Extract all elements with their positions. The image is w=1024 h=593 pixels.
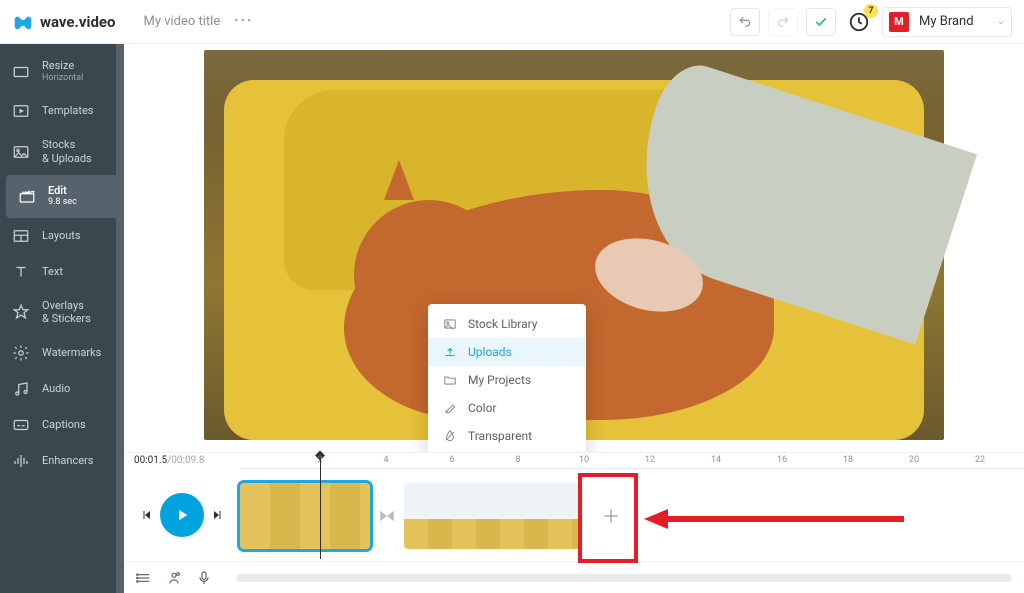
logo-icon xyxy=(12,11,34,33)
chevron-down-icon: ⌄ xyxy=(997,16,1005,27)
microphone-button[interactable] xyxy=(196,570,212,586)
pending-badge: 7 xyxy=(864,4,878,18)
timeline-ruler[interactable]: 2 4 6 8 10 12 14 16 18 20 22 24 26 xyxy=(240,453,1024,469)
sidebar: ResizeHorizontal Templates Stocks & Uplo… xyxy=(0,44,124,593)
video-canvas[interactable]: Stock Library Uploads My Projects Color xyxy=(204,50,944,440)
equalizer-icon xyxy=(10,452,32,470)
logo[interactable]: wave.video xyxy=(12,11,115,33)
skip-back-button[interactable] xyxy=(138,506,156,524)
undo-button[interactable] xyxy=(730,8,760,36)
clip-track[interactable] xyxy=(240,475,1024,555)
playhead-line[interactable] xyxy=(320,459,321,559)
brand-label: My Brand xyxy=(919,14,974,29)
more-menu-button[interactable]: ••• xyxy=(234,14,253,29)
pending-button[interactable]: 7 xyxy=(844,8,874,36)
voiceover-button[interactable] xyxy=(166,570,182,586)
popover-item-color[interactable]: Color xyxy=(428,394,586,422)
redo-button[interactable] xyxy=(768,8,798,36)
timeline: 00:01.5/00:09.8 2 4 6 8 10 12 14 16 18 2… xyxy=(124,452,1024,593)
image-icon xyxy=(10,143,32,161)
paint-icon xyxy=(442,401,458,415)
brand-switcher[interactable]: M My Brand ⌄ xyxy=(882,7,1012,37)
bottom-bar xyxy=(124,561,1024,593)
sidebar-item-watermarks[interactable]: Watermarks xyxy=(0,335,124,371)
brand-avatar: M xyxy=(889,12,909,32)
sidebar-item-resize[interactable]: ResizeHorizontal xyxy=(0,50,124,93)
popover-item-my-projects[interactable]: My Projects xyxy=(428,366,586,394)
scene-arm xyxy=(604,100,944,360)
music-icon xyxy=(10,380,32,398)
playback-controls xyxy=(124,493,240,537)
zoom-slider[interactable] xyxy=(236,574,1012,582)
add-media-popover: Stock Library Uploads My Projects Color xyxy=(428,304,586,452)
star-icon xyxy=(10,303,32,321)
skip-forward-button[interactable] xyxy=(208,506,226,524)
clip-2[interactable] xyxy=(404,483,580,549)
captions-icon xyxy=(10,416,32,434)
sidebar-item-templates[interactable]: Templates xyxy=(0,93,124,129)
gear-icon xyxy=(10,344,32,362)
transparent-icon xyxy=(442,429,458,443)
add-clip-button[interactable] xyxy=(584,483,638,549)
popover-item-transparent[interactable]: Transparent xyxy=(428,422,586,450)
play-button[interactable] xyxy=(160,493,204,537)
clip-1[interactable] xyxy=(240,483,370,549)
clapper-icon xyxy=(16,187,38,205)
sidebar-item-audio[interactable]: Audio xyxy=(0,371,124,407)
video-title[interactable]: My video title xyxy=(143,14,220,29)
sidebar-item-layouts[interactable]: Layouts xyxy=(0,218,124,254)
app-header: wave.video My video title ••• 7 M My Bra… xyxy=(0,0,1024,44)
layout-icon xyxy=(10,227,32,245)
sidebar-item-stocks-uploads[interactable]: Stocks & Uploads xyxy=(0,129,124,175)
sidebar-item-edit[interactable]: Edit9.8 sec xyxy=(6,175,118,218)
text-icon xyxy=(10,263,32,281)
annotation-arrow xyxy=(644,505,904,537)
popover-item-stock-library[interactable]: Stock Library xyxy=(428,310,586,338)
folder-icon xyxy=(442,373,458,387)
workspace: Stock Library Uploads My Projects Color xyxy=(124,44,1024,593)
sidebar-item-captions[interactable]: Captions xyxy=(0,407,124,443)
save-status-button[interactable] xyxy=(806,8,836,36)
canvas-zone: Stock Library Uploads My Projects Color xyxy=(124,44,1024,452)
sidebar-item-enhancers[interactable]: Enhancers xyxy=(0,443,124,479)
popover-item-uploads[interactable]: Uploads xyxy=(428,338,586,366)
sidebar-item-text[interactable]: Text xyxy=(0,254,124,290)
sidebar-item-overlays-stickers[interactable]: Overlays & Stickers xyxy=(0,290,124,336)
aspect-ratio-icon xyxy=(10,63,32,81)
play-rect-icon xyxy=(10,102,32,120)
image-icon xyxy=(442,317,458,331)
transition-button[interactable] xyxy=(378,507,396,529)
upload-icon xyxy=(442,345,458,359)
time-readout: 00:01.5/00:09.8 xyxy=(134,455,204,466)
list-view-button[interactable] xyxy=(136,570,152,586)
logo-text: wave.video xyxy=(40,13,115,31)
header-tools: 7 M My Brand ⌄ xyxy=(730,7,1012,37)
